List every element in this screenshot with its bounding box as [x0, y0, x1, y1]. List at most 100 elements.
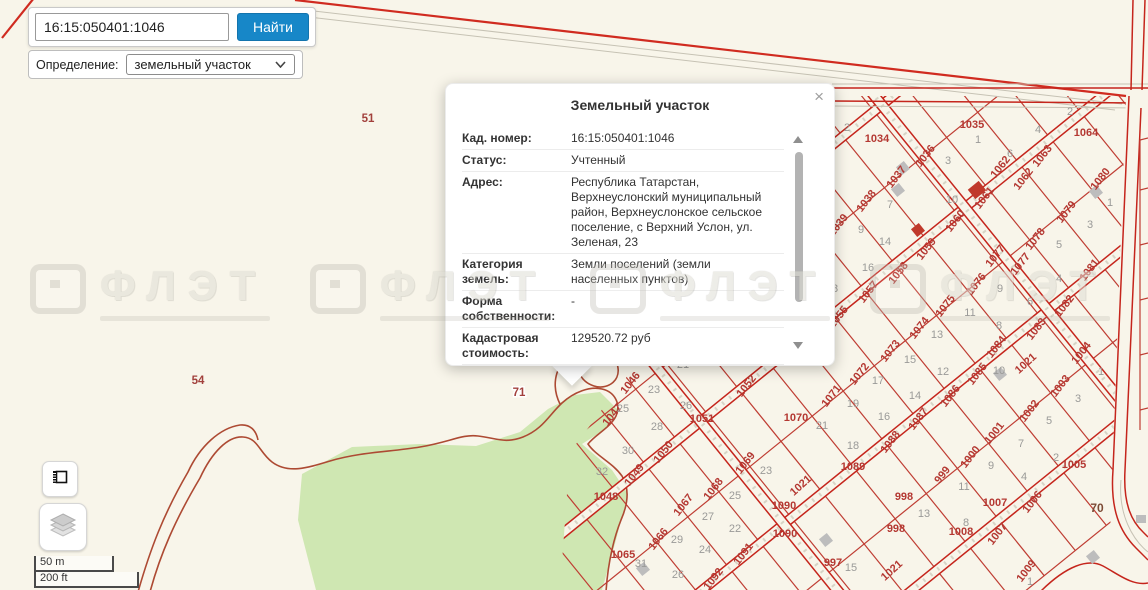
map-label: 14: [879, 236, 891, 248]
map-label: 51: [362, 113, 375, 125]
info-row-value: -: [571, 294, 779, 324]
map-label: 16: [878, 411, 890, 423]
map-label: 19: [847, 398, 859, 410]
search-button[interactable]: Найти: [237, 13, 309, 41]
layers-button[interactable]: [39, 503, 87, 551]
measure-button[interactable]: [42, 461, 78, 497]
map-label: 3: [1087, 219, 1093, 231]
map-label: 5: [1046, 415, 1052, 427]
map-label: 23: [648, 384, 660, 396]
map-label: 27: [702, 511, 714, 523]
map-label: 8: [996, 320, 1002, 332]
map-label: 22: [729, 523, 741, 535]
map-label: 4: [1035, 124, 1041, 136]
map-label: 4: [1056, 273, 1062, 285]
parcel-info-popup: Земельный участок × Кад. номер: 16:15:050…: [445, 83, 835, 366]
info-row-label: Кад. номер:: [462, 131, 559, 146]
map-label: 1090: [772, 500, 796, 512]
map-label: 11: [964, 307, 975, 319]
close-icon[interactable]: ×: [814, 88, 824, 105]
map-label: 26: [672, 569, 684, 581]
info-row-value: 129520.72 руб: [571, 331, 779, 361]
map-label: 1008: [949, 526, 973, 538]
definition-panel: Определение: земельный участок: [28, 50, 303, 79]
layers-icon: [49, 512, 77, 543]
cadastral-map-app: 5154717010341035106410481051106510701089…: [0, 0, 1148, 590]
scroll-up-icon[interactable]: [793, 136, 803, 143]
popup-rows: Кад. номер: 16:15:050401:1046 Статус: Учтен…: [462, 128, 784, 366]
map-label: 1: [1098, 366, 1104, 378]
map-label: 2: [1067, 106, 1073, 118]
map-label: 15: [845, 562, 857, 574]
map-label: 997: [824, 557, 842, 569]
map-label: 8: [963, 517, 969, 529]
popup-scrollbar-thumb[interactable]: [795, 152, 803, 302]
map-label: 32: [596, 466, 608, 478]
map-label: 18: [847, 440, 859, 452]
map-label: 14: [909, 390, 921, 402]
map-label: 10: [946, 194, 958, 206]
map-label: 6: [1007, 148, 1013, 160]
info-row: Статус: Учтенный: [462, 150, 784, 172]
map-label: 5: [1056, 239, 1062, 251]
map-label: 1090: [773, 528, 797, 540]
info-row: Кад. номер: 16:15:050401:1046: [462, 128, 784, 150]
info-row-value: 16:15:050401:1046: [571, 131, 779, 146]
map-label: 1007: [983, 497, 1007, 509]
map-label: 12: [937, 366, 949, 378]
map-label: 31: [635, 558, 647, 570]
map-label: 4: [1021, 471, 1027, 483]
map-label: 24: [699, 544, 711, 556]
map-label: 1035: [960, 119, 984, 131]
map-label: 7: [887, 199, 893, 211]
map-label: 9: [858, 224, 864, 236]
measure-area-icon: [51, 468, 70, 491]
map-label: 7: [1018, 438, 1024, 450]
map-label: 1034: [865, 133, 890, 145]
map-label: 1: [975, 134, 981, 146]
info-row: Категория земель: Земли поселений (земли …: [462, 254, 784, 291]
map-label: 23: [760, 465, 772, 477]
map-label: 2: [844, 122, 850, 134]
map-label: 6: [1027, 296, 1033, 308]
map-label: 1089: [841, 461, 865, 473]
scroll-down-icon[interactable]: [793, 342, 803, 349]
info-row-label: Категория земель:: [462, 257, 559, 287]
info-row-label: Адрес:: [462, 175, 559, 250]
map-label: 15: [904, 354, 916, 366]
chevron-down-icon: [275, 61, 286, 68]
info-row-value: Республика Татарстан, Верхнеуслонский му…: [571, 175, 779, 250]
map-label: 29: [671, 534, 683, 546]
map-label: 1070: [784, 412, 808, 424]
info-row: Уточненная: [462, 365, 784, 366]
map-label: 3: [1075, 393, 1081, 405]
map-label: 13: [931, 329, 943, 341]
map-label: 1: [1027, 576, 1033, 588]
info-row-value: Учтенный: [571, 153, 779, 168]
map-label: 998: [887, 523, 905, 535]
info-row-label: Кадастровая стоимость:: [462, 331, 559, 361]
definition-label: Определение:: [36, 58, 119, 72]
map-label: 998: [895, 491, 913, 503]
popup-title: Земельный участок: [446, 84, 834, 113]
map-label: 3: [945, 155, 951, 167]
map-label: 1005: [1062, 459, 1086, 471]
map-label: 10: [993, 365, 1005, 377]
scale-imperial: 200 ft: [34, 572, 139, 588]
info-row-label: Статус:: [462, 153, 559, 168]
search-input[interactable]: [35, 13, 229, 41]
info-row-value: Земли поселений (земли населенных пункто…: [571, 257, 779, 287]
map-label: 1065: [611, 549, 635, 561]
map-label: 30: [622, 445, 634, 457]
map-label: 13: [918, 508, 930, 520]
map-label: 25: [617, 403, 629, 415]
map-label: 11: [958, 481, 969, 493]
search-panel: Найти: [28, 7, 316, 47]
map-label: 25: [729, 490, 741, 502]
info-row-label: Форма собственности:: [462, 294, 559, 324]
map-label: 71: [513, 387, 526, 399]
map-label: 54: [192, 375, 205, 387]
map-label: 9: [988, 460, 994, 472]
map-label: 70: [1090, 501, 1104, 515]
definition-select[interactable]: земельный участок: [126, 54, 295, 75]
